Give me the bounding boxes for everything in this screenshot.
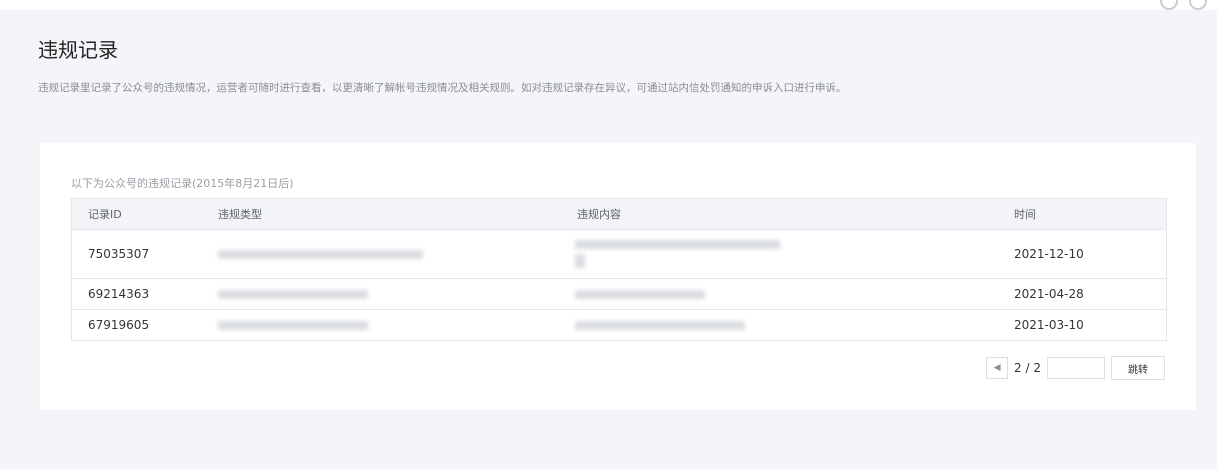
record-id: 69214363 bbox=[88, 287, 150, 301]
table-row: 75035307 2021-12-10 bbox=[72, 229, 1166, 278]
header-violation-type: 违规类型 bbox=[218, 208, 262, 221]
redacted-text bbox=[218, 290, 368, 299]
jump-button[interactable]: 跳转 bbox=[1111, 356, 1165, 380]
redacted-text bbox=[218, 250, 423, 259]
record-id: 75035307 bbox=[88, 247, 150, 261]
table-row: 69214363 2021-04-28 bbox=[72, 278, 1166, 309]
header-record-id: 记录ID bbox=[88, 208, 122, 221]
page-title: 违规记录 bbox=[38, 38, 118, 62]
redacted-text bbox=[218, 321, 368, 330]
avatar[interactable] bbox=[1189, 0, 1207, 10]
prev-page-button[interactable]: ◀ bbox=[986, 357, 1009, 379]
records-table: 记录ID 违规类型 违规内容 时间 75035307 2021-12-10 69… bbox=[71, 198, 1167, 341]
page-description: 违规记录里记录了公众号的违规情况，运营者可随时进行查看，以更清晰了解帐号违规情况… bbox=[38, 82, 847, 94]
table-header-row: 记录ID 违规类型 违规内容 时间 bbox=[72, 199, 1166, 229]
record-time: 2021-03-10 bbox=[1014, 318, 1084, 332]
record-id: 67919605 bbox=[88, 318, 150, 332]
header-time: 时间 bbox=[1014, 208, 1036, 221]
caret-left-icon: ◀ bbox=[993, 363, 1001, 373]
redacted-text bbox=[575, 254, 585, 268]
records-caption: 以下为公众号的违规记录(2015年8月21日后) bbox=[71, 177, 294, 190]
redacted-text bbox=[575, 321, 745, 330]
top-right-icons bbox=[1154, 0, 1207, 14]
page-number-input[interactable] bbox=[1047, 357, 1105, 379]
table-row: 67919605 2021-03-10 bbox=[72, 309, 1166, 340]
header-violation-content: 违规内容 bbox=[577, 208, 621, 221]
record-time: 2021-12-10 bbox=[1014, 247, 1084, 261]
redacted-text bbox=[575, 240, 780, 249]
redacted-text bbox=[575, 290, 705, 299]
records-card: 以下为公众号的违规记录(2015年8月21日后) 记录ID 违规类型 违规内容 … bbox=[40, 143, 1196, 410]
page-indicator: 2 / 2 bbox=[1014, 361, 1041, 375]
pagination: ◀ 2 / 2 跳转 bbox=[986, 356, 1165, 380]
record-time: 2021-04-28 bbox=[1014, 287, 1084, 301]
top-bar bbox=[0, 0, 1217, 10]
user-icon[interactable] bbox=[1159, 0, 1178, 10]
